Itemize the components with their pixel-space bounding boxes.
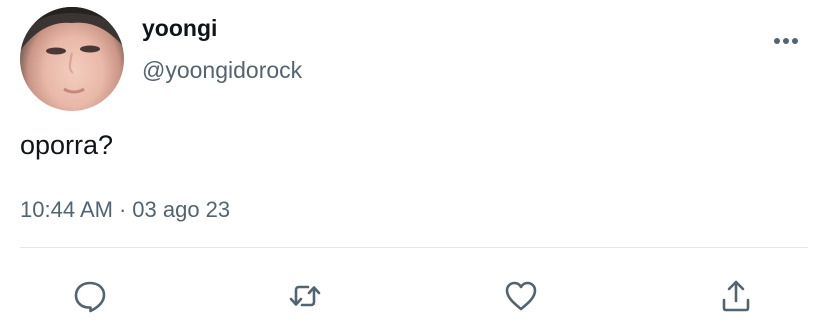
- like-button[interactable]: [501, 276, 541, 316]
- reply-button[interactable]: [70, 276, 110, 316]
- more-options-button[interactable]: [770, 27, 802, 55]
- retweet-icon: [289, 285, 321, 307]
- reply-icon: [74, 281, 106, 313]
- share-button[interactable]: [716, 276, 756, 316]
- heart-icon: [505, 281, 537, 311]
- avatar-photo: [20, 7, 124, 94]
- display-name[interactable]: yoongi: [142, 15, 217, 42]
- tweet-time: 10:44 AM: [20, 197, 113, 222]
- tweet-date: 03 ago 23: [132, 197, 231, 222]
- tweet-text: oporra?: [20, 130, 114, 160]
- meta-separator: ·: [118, 197, 127, 222]
- retweet-button[interactable]: [285, 276, 325, 316]
- share-icon: [722, 280, 750, 312]
- avatar[interactable]: [20, 7, 124, 111]
- tweet-card: yoongi @yoongidorock oporra? 10:44 AM · 03…: [0, 0, 828, 332]
- divider: [20, 247, 808, 248]
- user-handle[interactable]: @yoongidorock: [142, 57, 302, 84]
- more-horizontal-icon: [774, 38, 798, 44]
- tweet-timestamp[interactable]: 10:44 AM · 03 ago 23: [20, 197, 230, 223]
